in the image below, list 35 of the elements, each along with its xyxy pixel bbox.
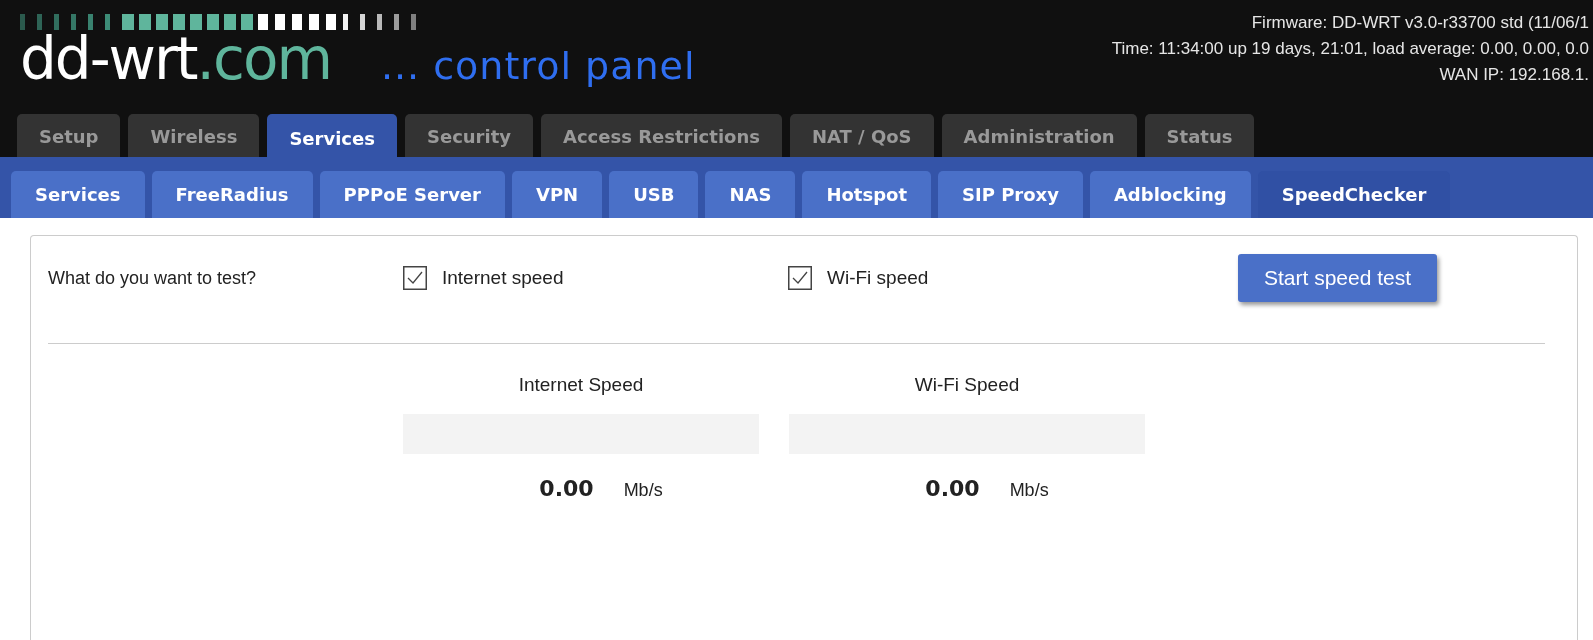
- main-tab[interactable]: Status: [1144, 114, 1255, 157]
- main-tab[interactable]: Administration: [941, 114, 1137, 157]
- question-label: What do you want to test?: [48, 267, 258, 289]
- meter-title: Wi-Fi Speed: [914, 374, 1020, 396]
- sub-tab[interactable]: Adblocking: [1089, 171, 1251, 218]
- sub-tab[interactable]: USB: [609, 171, 699, 218]
- main-tab[interactable]: Setup: [17, 114, 121, 157]
- meter-title: Internet Speed: [518, 374, 644, 396]
- sub-tab[interactable]: VPN: [511, 171, 603, 218]
- sub-tab[interactable]: NAS: [705, 171, 796, 218]
- checkbox-label: Wi-Fi speed: [827, 267, 929, 289]
- sub-tab[interactable]: Hotspot: [802, 171, 932, 218]
- start-button[interactable]: Start speed test: [1238, 254, 1438, 302]
- speed-unit: Mb/s: [623, 480, 663, 501]
- system-info-line: WAN IP: 192.168.1.: [1439, 64, 1589, 86]
- speed-value: 0.00: [539, 476, 594, 501]
- main-tab[interactable]: Wireless: [128, 114, 260, 157]
- system-info-line: Firmware: DD-WRT v3.0-r33700 std (11/06/1: [1251, 12, 1589, 34]
- speed-unit: Mb/s: [1009, 480, 1049, 501]
- sub-tab[interactable]: FreeRadius: [151, 171, 313, 218]
- sub-tab[interactable]: SIP Proxy: [938, 171, 1083, 218]
- sub-tab[interactable]: PPPoE Server: [319, 171, 505, 218]
- main-tab[interactable]: Security: [404, 114, 533, 157]
- main-tab[interactable]: Access Restrictions: [541, 114, 782, 157]
- system-info-line: Time: 11:34:00 up 19 days, 21:01, load average: 0.00, 0.00, 0.0: [1111, 38, 1589, 60]
- sub-tab[interactable]: SpeedChecker: [1257, 171, 1451, 218]
- checkbox-label: Internet speed: [442, 267, 564, 289]
- speed-value: 0.00: [925, 476, 980, 501]
- tagline: ... control panel: [380, 44, 696, 88]
- main-tab[interactable]: NAT / QoS: [789, 114, 934, 157]
- checkbox[interactable]: [788, 266, 812, 290]
- sub-tab[interactable]: Services: [11, 171, 145, 218]
- main-tab[interactable]: Services: [267, 114, 397, 157]
- logo: dd-wrt.com: [20, 24, 331, 94]
- checkbox[interactable]: [403, 266, 427, 290]
